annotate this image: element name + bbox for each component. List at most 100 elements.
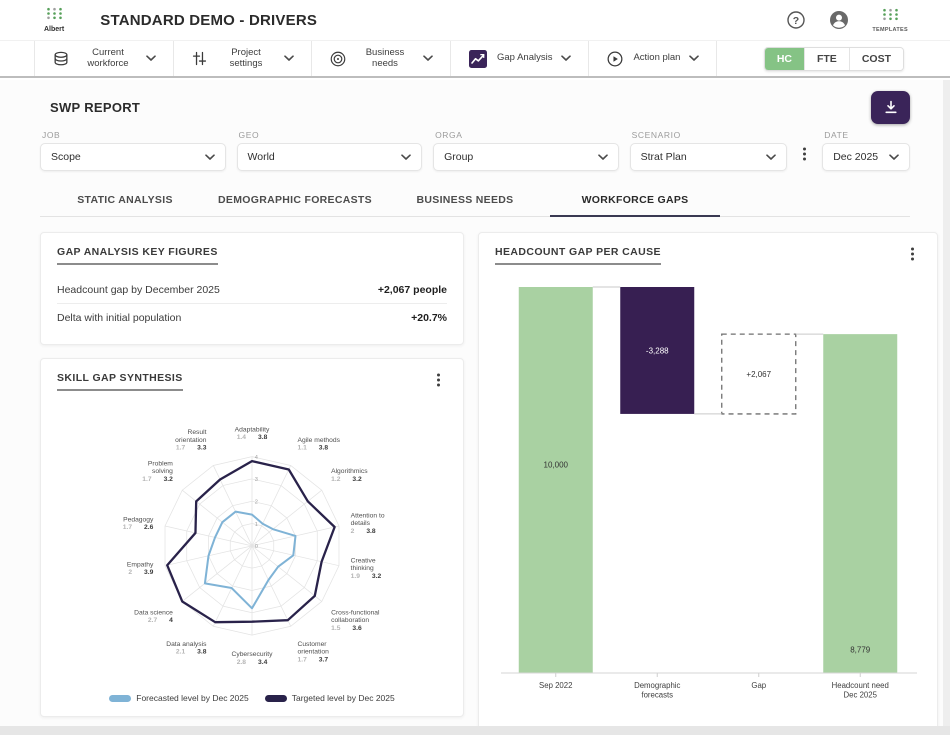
svg-text:details: details xyxy=(351,520,371,527)
radar-axis-label-customer-orientation: Customerorientation1.73.7 xyxy=(297,641,329,663)
nav-item-action-plan[interactable]: Action plan xyxy=(589,41,717,76)
scrollbar-track[interactable] xyxy=(943,80,950,726)
nav-item-label: Action plan xyxy=(633,53,680,64)
radar-axis-label-result-orientation: Resultorientation1.73.3 xyxy=(175,429,207,451)
waterfall-category-label: Headcount need xyxy=(832,681,889,690)
chevron-down-icon xyxy=(598,154,608,161)
scenario-menu-button[interactable] xyxy=(798,146,811,171)
nav-item-current-workforce[interactable]: Current workforce xyxy=(34,41,174,76)
waterfall-category-label: Dec 2025 xyxy=(844,691,878,700)
skill-gap-menu-button[interactable] xyxy=(430,372,447,391)
chevron-down-icon xyxy=(689,55,699,62)
radar-tick-label: 3 xyxy=(255,477,258,483)
radar-tick-label: 0 xyxy=(255,544,258,550)
radar-axis-label-data-science: Data science2.74 xyxy=(134,609,173,624)
svg-text:23.8: 23.8 xyxy=(351,528,376,535)
help-icon[interactable]: ? xyxy=(786,10,806,30)
svg-text:Result: Result xyxy=(188,429,207,436)
chevron-down-icon xyxy=(146,55,156,62)
filter-select-job[interactable]: Scope xyxy=(40,143,226,171)
waterfall-value-label: 8,779 xyxy=(850,645,871,654)
nav-item-project-settings[interactable]: Project settings xyxy=(174,41,312,76)
window-bottom-edge xyxy=(0,726,950,735)
waterfall-value-label: 10,000 xyxy=(544,461,569,470)
download-button[interactable] xyxy=(871,91,910,124)
waterfall-bar-sep-2022[interactable] xyxy=(519,287,593,673)
radar-axis-label-agile-methods: Agile methods1.13.8 xyxy=(297,437,340,452)
radar-series-target xyxy=(167,461,334,622)
filter-select-geo[interactable]: World xyxy=(237,143,423,171)
skill-gap-radar-chart: 01234Adaptability1.43.8Agile methods1.13… xyxy=(57,395,447,691)
unit-toggle-hc[interactable]: HC xyxy=(765,48,805,70)
radar-axis-label-empathy: Empathy23.9 xyxy=(127,561,154,576)
key-figure-row: Headcount gap by December 2025+2,067 peo… xyxy=(57,276,447,304)
svg-text:1.73.7: 1.73.7 xyxy=(297,656,328,663)
headcount-waterfall-chart: 10,000-3,288+2,0678,779Sep 2022Demograph… xyxy=(495,273,921,718)
svg-text:1.13.8: 1.13.8 xyxy=(297,445,328,452)
radar-axis-label-problem-solving: Problemsolving1.73.2 xyxy=(142,460,173,482)
svg-text:Customer: Customer xyxy=(297,641,327,648)
tab-static-analysis[interactable]: STATIC ANALYSIS xyxy=(40,184,210,217)
nav-item-business-needs[interactable]: Business needs xyxy=(312,41,451,76)
key-figure-label: Delta with initial population xyxy=(57,312,181,324)
radar-series-forecast xyxy=(205,512,296,609)
filter-label: JOB xyxy=(42,130,226,140)
filter-select-orga[interactable]: Group xyxy=(433,143,619,171)
albert-logo[interactable]: Albert xyxy=(44,7,64,33)
filter-select-date[interactable]: Dec 2025 xyxy=(822,143,910,171)
radar-tick-label: 4 xyxy=(255,455,258,461)
unit-toggle-fte[interactable]: FTE xyxy=(805,48,850,70)
waterfall-category-label: Gap xyxy=(751,681,766,690)
svg-text:orientation: orientation xyxy=(297,649,329,656)
headcount-gap-title: HEADCOUNT GAP PER CAUSE xyxy=(495,246,661,265)
kebab-icon xyxy=(432,376,445,391)
waterfall-category-label: Sep 2022 xyxy=(539,681,572,690)
radar-axis-label-pedagogy: Pedagogy1.72.6 xyxy=(123,516,154,531)
headcount-gap-menu-button[interactable] xyxy=(904,246,921,265)
unit-toggle-cost[interactable]: COST xyxy=(850,48,903,70)
radar-grid-spoke xyxy=(213,465,252,545)
waterfall-bar-headcount-need-dec-2025[interactable] xyxy=(823,334,897,673)
legend-label: Forecasted level by Dec 2025 xyxy=(136,693,248,703)
sliders-icon xyxy=(191,50,208,67)
radar-tick-label: 2 xyxy=(255,500,258,506)
filter-scenario: SCENARIO Strat Plan xyxy=(630,130,788,171)
templates-label: TEMPLATES xyxy=(872,27,908,33)
templates-button[interactable]: TEMPLATES xyxy=(872,8,908,33)
page-title: STANDARD DEMO - DRIVERS xyxy=(100,12,317,29)
filter-label: SCENARIO xyxy=(632,130,788,140)
report-area: SWP REPORT JOBScopeGEOWorldORGAGroupSCEN… xyxy=(0,80,950,735)
key-figure-row: Delta with initial population +20.7% xyxy=(57,304,447,331)
legend-item-targeted-level-by-dec-2025: Targeted level by Dec 2025 xyxy=(265,693,395,703)
key-figure-value: +20.7% xyxy=(411,312,447,324)
nav-item-label: Gap Analysis xyxy=(497,53,552,64)
filter-value: World xyxy=(248,151,275,163)
radar-axis-label-algorithmics: Algorithmics1.23.2 xyxy=(331,468,368,483)
database-icon xyxy=(52,50,70,68)
svg-text:orientation: orientation xyxy=(175,437,207,444)
tab-demographic-forecasts[interactable]: DEMOGRAPHIC FORECASTS xyxy=(210,184,380,217)
nav-item-label: Business needs xyxy=(356,48,414,70)
svg-text:23.9: 23.9 xyxy=(128,569,153,576)
report-title: SWP REPORT xyxy=(50,100,140,115)
svg-text:thinking: thinking xyxy=(351,565,374,572)
radar-axis-label-cybersecurity: Cybersecurity2.83.4 xyxy=(232,651,274,666)
svg-text:1.93.2: 1.93.2 xyxy=(351,573,382,580)
svg-text:Creative: Creative xyxy=(351,557,376,564)
headcount-gap-panel: HEADCOUNT GAP PER CAUSE 10,000-3,288+2,0… xyxy=(478,232,938,735)
svg-text:1.23.2: 1.23.2 xyxy=(331,476,362,483)
chevron-down-icon xyxy=(423,55,433,62)
radar-axis-label-cross-functional-collaboration: Cross-functionalcollaboration1.53.6 xyxy=(331,609,380,631)
svg-text:Adaptability: Adaptability xyxy=(235,426,270,433)
radar-axis-label-adaptability: Adaptability1.43.8 xyxy=(235,426,270,441)
tab-business-needs[interactable]: BUSINESS NEEDS xyxy=(380,184,550,217)
svg-text:1.43.8: 1.43.8 xyxy=(237,434,268,441)
svg-text:Problem: Problem xyxy=(148,460,173,467)
download-icon xyxy=(883,99,899,115)
tab-workforce-gaps[interactable]: WORKFORCE GAPS xyxy=(550,184,720,217)
filter-label: GEO xyxy=(239,130,423,140)
target-icon xyxy=(329,50,347,68)
nav-item-gap-analysis[interactable]: Gap Analysis xyxy=(451,41,589,76)
filter-select-scenario[interactable]: Strat Plan xyxy=(630,143,788,171)
account-avatar-icon[interactable] xyxy=(828,9,850,31)
